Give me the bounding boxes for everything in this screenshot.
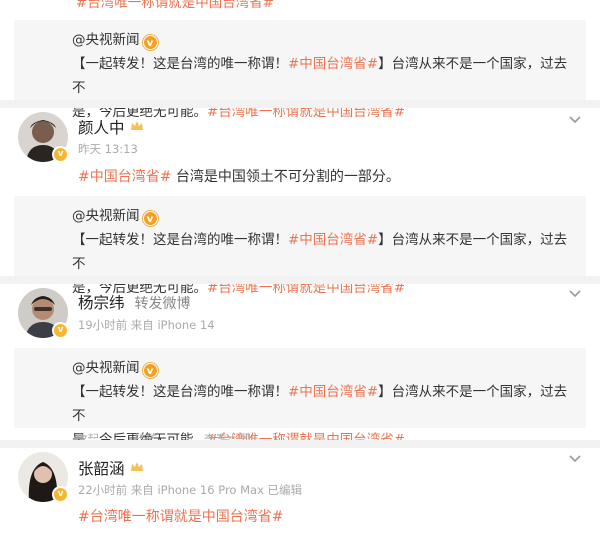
post-meta: 19小时前 来自 iPhone 14	[78, 318, 215, 332]
verified-badge-icon: v	[142, 363, 158, 378]
image-action-bar: 收起 转转 查看大图	[72, 427, 332, 439]
crown-icon	[130, 462, 143, 471]
hashtag-link[interactable]: #台湾唯一称谓就是中国台湾省#	[78, 509, 283, 525]
hashtag-link[interactable]: #中国台湾省#	[288, 56, 378, 72]
post-divider	[0, 440, 600, 448]
repost-author[interactable]: @央视新闻	[72, 32, 140, 48]
repost-box[interactable]: @央视新闻 v 【一起转发！这是台湾的唯一称谓！#中国台湾省#】台湾从来不是一个国…	[14, 348, 586, 448]
weibo-feed: #台湾唯一称谓就是中国台湾省# @央视新闻 v 【一起转发！这是台湾的唯一称谓！#…	[0, 0, 600, 538]
post-card: v 张韶涵 22小时前 来自 iPhone 16 Pro Max 已编辑 #台湾…	[0, 448, 600, 538]
verified-badge-icon: v	[142, 211, 158, 226]
hashtag-link[interactable]: #中国台湾省#	[78, 169, 171, 185]
avatar-verified-icon: v	[52, 486, 69, 503]
post-meta: 昨天 13:13	[78, 142, 138, 156]
username[interactable]: 杨宗纬	[78, 294, 125, 312]
crown-icon	[130, 121, 143, 130]
repost-author[interactable]: @央视新闻	[72, 208, 140, 224]
top-hashtag-link[interactable]: #台湾唯一称谓就是中国台湾省#	[76, 0, 274, 11]
repost-line1: 【一起转发！这是台湾的唯一称谓！#中国台湾省#】台湾从来不是一个国家，过去不	[72, 56, 568, 96]
post-card: v 杨宗纬 转发微博 19小时前 来自 iPhone 14 @央视新闻 v 【一起转…	[0, 284, 600, 448]
post-card: v 颜人中 昨天 13:13 #中国台湾省# 台湾是中国领土不可分割的一部分。 …	[0, 108, 600, 296]
post-divider	[0, 100, 600, 108]
hashtag-link[interactable]: #中国台湾省#	[288, 232, 378, 248]
chevron-down-icon[interactable]	[568, 114, 582, 124]
username[interactable]: 颜人中	[78, 119, 125, 137]
rotate-action[interactable]: 转转	[134, 431, 157, 439]
repost-action-label: 转发微博	[134, 296, 191, 312]
hashtag-link[interactable]: #中国台湾省#	[288, 384, 378, 400]
post-text: #中国台湾省# 台湾是中国领土不可分割的一部分。	[78, 169, 400, 185]
username[interactable]: 张韶涵	[78, 460, 125, 478]
repost-author[interactable]: @央视新闻	[72, 360, 140, 376]
avatar-verified-icon: v	[52, 322, 69, 339]
collapse-action[interactable]: 收起	[76, 431, 99, 439]
repost-line1: 【一起转发！这是台湾的唯一称谓！#中国台湾省#】台湾从来不是一个国家，过去不	[72, 384, 568, 424]
repost-box[interactable]: @央视新闻 v 【一起转发！这是台湾的唯一称谓！#中国台湾省#】台湾从来不是一个国…	[14, 196, 586, 296]
verified-badge-icon: v	[142, 35, 158, 50]
post-text: #台湾唯一称谓就是中国台湾省#	[78, 506, 283, 526]
chevron-down-icon[interactable]	[568, 288, 582, 298]
chevron-down-icon[interactable]	[568, 453, 582, 463]
post-meta: 22小时前 来自 iPhone 16 Pro Max 已编辑	[78, 483, 303, 497]
view-large-action[interactable]: 查看大图	[204, 431, 250, 439]
repost-box-top[interactable]: @央视新闻 v 【一起转发！这是台湾的唯一称谓！#中国台湾省#】台湾从来不是一个国…	[14, 20, 586, 120]
avatar-verified-icon: v	[52, 146, 69, 163]
repost-line1: 【一起转发！这是台湾的唯一称谓！#中国台湾省#】台湾从来不是一个国家，过去不	[72, 232, 568, 272]
post-divider	[0, 276, 600, 284]
